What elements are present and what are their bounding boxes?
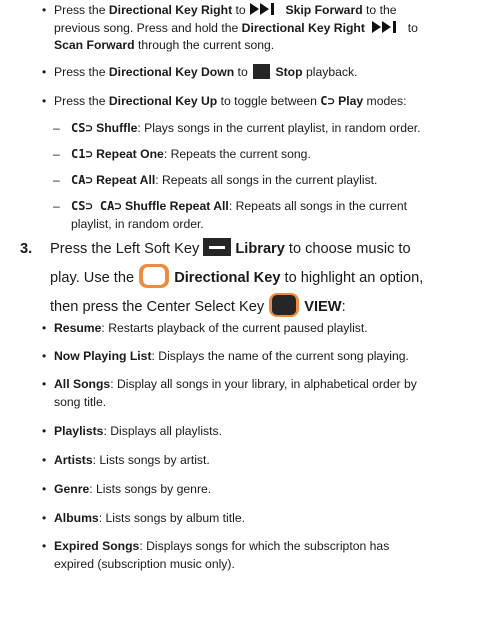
bullet-stop: • Press the Directional Key Down to Stop…: [42, 64, 462, 82]
stop-icon: [253, 64, 271, 79]
bullet-play-modes: • Press the Directional Key Up to toggle…: [42, 93, 462, 111]
skip-forward-icon: [250, 3, 275, 15]
mode-shuffle: – CS⊃ Shuffle: Plays songs in the curren…: [53, 120, 461, 138]
option-genre: • Genre: Lists songs by genre.: [42, 481, 462, 499]
bullet-marker: •: [42, 453, 47, 467]
option-artists: • Artists: Lists songs by artist.: [42, 452, 462, 470]
step-3: 3. Press the Left Soft Key Library to ch…: [20, 235, 465, 321]
bullet-marker: •: [42, 539, 47, 553]
skip-forward-icon: [372, 20, 397, 33]
option-resume: • Resume: Restarts playback of the curre…: [42, 320, 462, 338]
option-all-songs: • All Songs: Display all songs in your l…: [42, 377, 417, 409]
manual-page: • Press the Directional Key Right to Ski…: [0, 0, 477, 637]
dash-marker: –: [53, 173, 60, 187]
shuffle-icon: CS⊃: [71, 121, 93, 135]
shuffle-repeat-all-icon: CS⊃ CA⊃: [71, 199, 122, 213]
option-playlists: • Playlists: Displays all playlists.: [42, 423, 462, 441]
dash-marker: –: [53, 121, 60, 135]
repeat-all-icon: CA⊃: [71, 173, 93, 187]
option-albums: • Albums: Lists songs by album title.: [42, 510, 462, 528]
mode-shuffle-repeat-all: – CS⊃ CA⊃ Shuffle Repeat All: Repeats al…: [53, 199, 407, 231]
option-expired-songs: • Expired Songs: Displays songs for whic…: [42, 539, 390, 571]
center-select-key-icon: [269, 293, 300, 317]
directional-key-icon: [139, 264, 170, 288]
bullet-skip-forward: • Press the Directional Key Right to Ski…: [42, 3, 418, 52]
bullet-marker: •: [42, 424, 47, 438]
bullet-marker: •: [42, 65, 47, 79]
bullet-marker: •: [42, 94, 47, 108]
bullet-marker: •: [42, 377, 47, 391]
step-number: 3.: [20, 241, 33, 257]
bullet-marker: •: [42, 349, 47, 363]
left-soft-key-icon: [203, 238, 232, 256]
mode-repeat-all: – CA⊃ Repeat All: Repeats all songs in t…: [53, 172, 461, 190]
bullet-marker: •: [42, 3, 47, 17]
repeat-mode-icon: C⊃: [320, 94, 335, 108]
dash-marker: –: [53, 199, 60, 213]
bullet-marker: •: [42, 321, 47, 335]
mode-repeat-one: – C1⊃ Repeat One: Repeats the current so…: [53, 146, 461, 164]
option-now-playing-list: • Now Playing List: Displays the name of…: [42, 348, 462, 366]
dash-marker: –: [53, 147, 60, 161]
bullet-marker: •: [42, 511, 47, 525]
repeat-one-icon: C1⊃: [71, 147, 93, 161]
bullet-marker: •: [42, 482, 47, 496]
